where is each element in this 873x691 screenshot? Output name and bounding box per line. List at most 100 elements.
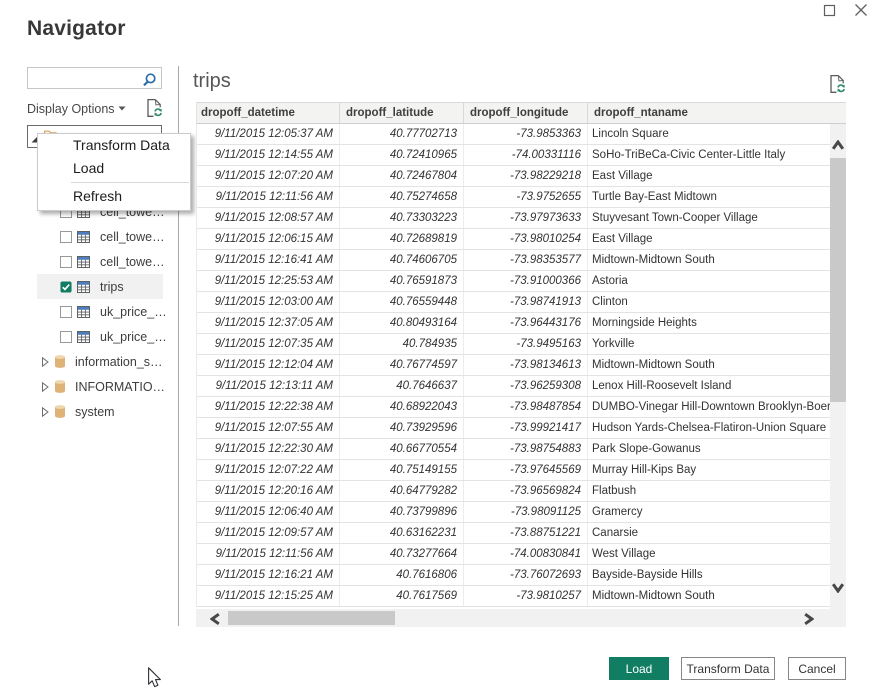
table-row: 9/11/2015 12:07:55 AM40.73929596-73.9992… xyxy=(197,418,846,439)
table-icon xyxy=(77,256,90,268)
table-row: 9/11/2015 12:07:35 AM40.784935-73.949516… xyxy=(197,334,846,355)
collapsed-arrow-icon[interactable] xyxy=(42,357,49,367)
scroll-left-icon[interactable] xyxy=(210,613,220,625)
scroll-right-icon[interactable] xyxy=(804,613,814,625)
search-icon[interactable] xyxy=(142,70,159,87)
cell-ntaname: Clinton xyxy=(588,292,846,312)
tree-item-informatio[interactable]: INFORMATIO… xyxy=(37,374,163,399)
tree-item-label: cell_towe… xyxy=(100,230,165,244)
tree-item-label: INFORMATIO… xyxy=(75,380,165,394)
tree-item-uk-price[interactable]: uk_price_… xyxy=(37,299,163,324)
tree-item-cell-towe[interactable]: cell_towe… xyxy=(37,249,163,274)
table-icon xyxy=(77,306,90,318)
table-row: 9/11/2015 12:16:41 AM40.74606705-73.9835… xyxy=(197,250,846,271)
cell-value: -73.91000366 xyxy=(464,271,588,291)
table-row: 9/11/2015 12:22:38 AM40.68922043-73.9848… xyxy=(197,397,846,418)
tree-item-label: information_s… xyxy=(75,355,163,369)
table-row: 9/11/2015 12:06:40 AM40.73799896-73.9809… xyxy=(197,502,846,523)
cancel-button[interactable]: Cancel xyxy=(788,657,846,680)
cell-value: -73.98487854 xyxy=(464,397,588,417)
cell-value: 9/11/2015 12:08:57 AM xyxy=(197,208,340,228)
close-button[interactable] xyxy=(854,3,868,17)
checkbox-unchecked-icon[interactable] xyxy=(60,231,72,243)
collapsed-arrow-icon[interactable] xyxy=(42,382,49,392)
cell-value: 9/11/2015 12:25:53 AM xyxy=(197,271,340,291)
horizontal-scrollbar-thumb[interactable] xyxy=(228,611,395,625)
cell-value: 9/11/2015 12:13:11 AM xyxy=(197,376,340,396)
cell-value: 40.784935 xyxy=(340,334,464,354)
checkbox-unchecked-icon[interactable] xyxy=(60,331,72,343)
cell-value: -73.96443176 xyxy=(464,313,588,333)
cell-value: -73.96259308 xyxy=(464,376,588,396)
cell-value: 40.75274658 xyxy=(340,187,464,207)
cell-ntaname: Murray Hill-Kips Bay xyxy=(588,460,846,480)
cell-value: 9/11/2015 12:05:37 AM xyxy=(197,124,340,144)
cell-value: 9/11/2015 12:07:55 AM xyxy=(197,418,340,438)
cell-value: 9/11/2015 12:11:56 AM xyxy=(197,187,340,207)
horizontal-scrollbar[interactable] xyxy=(196,609,846,627)
load-button[interactable]: Load xyxy=(609,657,669,680)
scroll-up-icon[interactable] xyxy=(832,140,844,150)
search-input[interactable] xyxy=(30,69,142,87)
cell-value: 40.73799896 xyxy=(340,502,464,522)
cell-value: -73.76072693 xyxy=(464,565,588,585)
table-row: 9/11/2015 12:07:20 AM40.72467804-73.9822… xyxy=(197,166,846,187)
table-icon xyxy=(77,281,90,293)
cell-ntaname: Morningside Heights xyxy=(588,313,846,333)
cell-value: 9/11/2015 12:12:04 AM xyxy=(197,355,340,375)
transform-data-button[interactable]: Transform Data xyxy=(681,657,775,680)
vertical-scrollbar-thumb[interactable] xyxy=(830,158,846,402)
cell-value: 40.76774597 xyxy=(340,355,464,375)
database-icon xyxy=(55,380,65,393)
cell-value: -73.98353577 xyxy=(464,250,588,270)
collapsed-arrow-icon[interactable] xyxy=(42,407,49,417)
refresh-preview-icon[interactable] xyxy=(147,99,163,117)
cell-value: -73.98229218 xyxy=(464,166,588,186)
cell-ntaname: Astoria xyxy=(588,271,846,291)
cell-value: -73.88751221 xyxy=(464,523,588,543)
cell-value: 40.75149155 xyxy=(340,460,464,480)
cell-value: -73.97645569 xyxy=(464,460,588,480)
tree-item-cell-towe[interactable]: cell_towe… xyxy=(37,224,163,249)
cell-ntaname: East Village xyxy=(588,166,846,186)
refresh-preview-icon[interactable] xyxy=(830,75,846,93)
table-row: 9/11/2015 12:03:00 AM40.76559448-73.9874… xyxy=(197,292,846,313)
maximize-button[interactable] xyxy=(823,4,836,17)
display-options-dropdown[interactable]: Display Options xyxy=(27,101,115,117)
cell-value: 9/11/2015 12:03:00 AM xyxy=(197,292,340,312)
column-header-dropoff_ntaname: dropoff_ntaname xyxy=(588,103,846,123)
menu-item-load[interactable]: Load xyxy=(38,157,190,180)
database-icon xyxy=(55,355,65,368)
tree-item-uk-price[interactable]: uk_price_… xyxy=(37,324,163,349)
scroll-down-icon[interactable] xyxy=(832,583,844,593)
chevron-down-icon[interactable] xyxy=(118,106,126,111)
menu-item-transform-data[interactable]: Transform Data xyxy=(38,134,190,157)
cell-ntaname: Gramercy xyxy=(588,502,846,522)
table-row: 9/11/2015 12:05:37 AM40.77702713-73.9853… xyxy=(197,124,846,145)
cell-value: 40.7617569 xyxy=(340,586,464,606)
table-header-row: dropoff_datetimedropoff_latitudedropoff_… xyxy=(196,102,846,124)
checkbox-unchecked-icon[interactable] xyxy=(60,256,72,268)
cell-value: -73.97973633 xyxy=(464,208,588,228)
cell-value: -73.96569824 xyxy=(464,481,588,501)
cell-value: -73.9752655 xyxy=(464,187,588,207)
checkbox-unchecked-icon[interactable] xyxy=(60,306,72,318)
checkbox-checked-icon[interactable] xyxy=(60,281,72,293)
cell-value: 9/11/2015 12:14:55 AM xyxy=(197,145,340,165)
preview-table-title: trips xyxy=(193,70,231,93)
cell-value: 40.63162231 xyxy=(340,523,464,543)
cell-value: 40.73929596 xyxy=(340,418,464,438)
table-row: 9/11/2015 12:07:22 AM40.75149155-73.9764… xyxy=(197,460,846,481)
vertical-scrollbar[interactable] xyxy=(830,124,846,609)
cell-ntaname: Yorkville xyxy=(588,334,846,354)
page-title: Navigator xyxy=(27,17,126,41)
tree-item-system[interactable]: system xyxy=(37,399,163,424)
cell-value: 40.64779282 xyxy=(340,481,464,501)
cell-ntaname: Turtle Bay-East Midtown xyxy=(588,187,846,207)
table-row: 9/11/2015 12:37:05 AM40.80493164-73.9644… xyxy=(197,313,846,334)
column-header-dropoff_latitude: dropoff_latitude xyxy=(340,103,464,123)
tree-item-trips[interactable]: trips xyxy=(37,274,163,299)
tree-item-information-s[interactable]: information_s… xyxy=(37,349,163,374)
menu-item-refresh[interactable]: Refresh xyxy=(38,185,190,208)
cell-value: 9/11/2015 12:07:35 AM xyxy=(197,334,340,354)
